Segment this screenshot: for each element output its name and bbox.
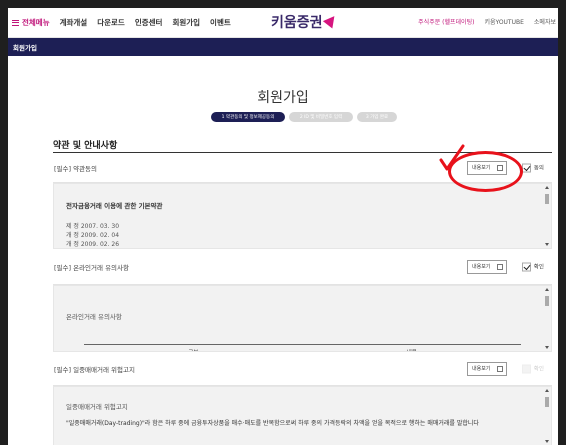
terms-line-1: 제 정 2007. 03. 30 xyxy=(66,223,120,230)
all-menu-button[interactable]: 전체메뉴 xyxy=(8,17,50,28)
nav-item-cert-center[interactable]: 인증센터 xyxy=(135,17,163,28)
nav-item-event[interactable]: 이벤트 xyxy=(210,17,231,28)
main-content: 회원가입 1 약관동의 및 정보제공동의 2 ID 및 비밀번호 입력 3 가입… xyxy=(8,56,558,445)
daytrade-content-panel[interactable]: 일중매매거래 위험고지 "일중매매거래(Day-trading)"라 함은 하루… xyxy=(53,386,552,445)
daytrade-panel-title: 일중매매거래 위험고지 xyxy=(66,403,128,411)
top-navigation: 전체메뉴 계좌개설 다운로드 인증센터 회원가입 이벤트 키움증권 주식주문 (… xyxy=(8,8,558,38)
kiwoom-logo[interactable]: 키움증권 xyxy=(271,12,339,32)
daytrade-scrollbar[interactable] xyxy=(544,389,550,443)
scroll-up-icon xyxy=(545,389,549,392)
browser-page: 전체메뉴 계좌개설 다운로드 인증센터 회원가입 이벤트 키움증권 주식주문 (… xyxy=(8,8,558,445)
nav-item-account-open[interactable]: 계좌개설 xyxy=(60,17,88,28)
checkmark-icon xyxy=(521,262,531,271)
hamburger-icon xyxy=(12,19,19,26)
order-help-link[interactable]: 주식주문 (헬프데이팅) xyxy=(418,17,474,26)
checkmark-icon xyxy=(521,163,531,172)
terms-agree-check-label: 동의 xyxy=(533,165,544,172)
online-content-panel[interactable]: 온라인거래 유의사항 구분 내용 xyxy=(53,285,552,352)
sub-header-title: 회원가입 xyxy=(13,44,37,52)
daytrade-view-label: 내용보기 xyxy=(472,366,491,372)
terms-scrollbar[interactable] xyxy=(544,186,550,246)
nav-item-download[interactable]: 다운로드 xyxy=(97,17,125,28)
step-1: 1 약관동의 및 정보제공동의 xyxy=(211,112,285,122)
online-scrollbar[interactable] xyxy=(544,288,550,349)
scroll-down-icon xyxy=(545,440,549,443)
online-table-header: 구분 내용 xyxy=(84,344,521,351)
popup-icon xyxy=(497,365,503,372)
online-confirm-checkbox[interactable]: 확인 xyxy=(521,262,544,271)
page-title: 회원가입 xyxy=(257,90,309,106)
checkbox-icon xyxy=(521,364,531,373)
terms-agree-label: [필수] 약관동의 xyxy=(54,164,98,173)
section-title: 약관 및 안내사항 xyxy=(53,141,118,151)
online-view-label: 내용보기 xyxy=(472,264,491,270)
scroll-thumb[interactable] xyxy=(545,296,549,306)
scroll-down-icon xyxy=(545,243,549,246)
youtube-link[interactable]: 키움YOUTUBE xyxy=(484,17,523,26)
online-view-button[interactable]: 내용보기 xyxy=(467,259,507,274)
daytrade-confirm-check-label: 확인 xyxy=(533,366,544,373)
online-notice-row: [필수] 온라인거래 유의사항 내용보기 확인 xyxy=(53,249,552,285)
scroll-down-icon xyxy=(545,346,549,349)
utility-links: 주식주문 (헬프데이팅) 키움YOUTUBE 소메자보 xyxy=(418,17,556,26)
red-check-annotation-icon xyxy=(439,144,465,171)
daytrade-risk-row: [필수] 일중매매거래 위험고지 내용보기 확인 xyxy=(53,352,552,386)
terms-line-2: 개 정 2009. 02. 04 xyxy=(66,232,120,239)
terms-content-panel[interactable]: 전자금융거래 이용에 관한 기본약관 제 정 2007. 03. 30 개 정 … xyxy=(53,183,552,249)
nav-item-signup[interactable]: 회원가입 xyxy=(172,17,200,28)
online-panel-title: 온라인거래 유의사항 xyxy=(66,313,122,321)
scroll-up-icon xyxy=(545,186,549,189)
terms-line-3: 개 정 2009. 02. 26 xyxy=(66,241,120,248)
logo-arrow-icon xyxy=(322,12,339,29)
daytrade-view-button[interactable]: 내용보기 xyxy=(467,361,507,376)
logo-text: 키움증권 xyxy=(271,15,323,31)
scroll-thumb[interactable] xyxy=(545,194,549,204)
scroll-up-icon xyxy=(545,288,549,291)
terms-panel-title: 전자금융거래 이용에 관한 기본약관 xyxy=(66,202,163,210)
step-3: 3 가입 완료 xyxy=(357,112,397,122)
main-nav: 계좌개설 다운로드 인증센터 회원가입 이벤트 xyxy=(60,17,231,28)
signup-steps: 1 약관동의 및 정보제공동의 2 ID 및 비밀번호 입력 3 가입 완료 xyxy=(211,112,397,122)
terms-agree-checkbox[interactable]: 동의 xyxy=(521,163,544,172)
scroll-thumb[interactable] xyxy=(545,397,549,407)
popup-icon xyxy=(497,263,503,270)
all-menu-label: 전체메뉴 xyxy=(22,18,50,27)
daytrade-risk-label: [필수] 일중매매거래 위험고지 xyxy=(54,365,135,374)
sub-header-bar: 회원가입 xyxy=(8,38,558,56)
consumer-link[interactable]: 소메자보 xyxy=(534,17,556,26)
step-2: 2 ID 및 비밀번호 입력 xyxy=(289,112,353,122)
online-confirm-check-label: 확인 xyxy=(533,264,544,271)
online-notice-label: [필수] 온라인거래 유의사항 xyxy=(54,263,129,272)
daytrade-confirm-checkbox[interactable]: 확인 xyxy=(521,364,544,373)
daytrade-panel-body: "일중매매거래(Day-trading)"라 함은 하루 중에 금융투자상품을 … xyxy=(66,420,479,427)
